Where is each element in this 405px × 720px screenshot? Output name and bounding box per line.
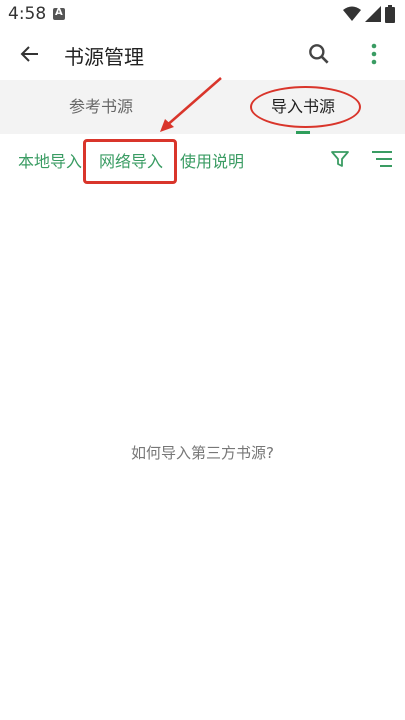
instructions-button[interactable]: 使用说明 xyxy=(180,148,244,172)
filter-icon[interactable] xyxy=(330,149,350,169)
app-bar: 书源管理 xyxy=(0,28,405,80)
action-row: 本地导入 网络导入 使用说明 xyxy=(0,138,405,180)
search-icon[interactable] xyxy=(306,41,332,67)
local-import-button[interactable]: 本地导入 xyxy=(18,148,82,172)
status-time: 4:58 xyxy=(8,4,47,24)
notification-a-icon: A xyxy=(53,7,65,20)
help-link[interactable]: 如何导入第三方书源? xyxy=(0,442,405,463)
annotation-rectangle xyxy=(83,139,177,184)
status-bar: 4:58 A xyxy=(0,0,405,28)
tab-reference-sources[interactable]: 参考书源 xyxy=(0,80,202,134)
wifi-icon xyxy=(343,6,361,21)
system-icons xyxy=(343,5,395,23)
back-arrow-icon[interactable] xyxy=(18,42,42,66)
tab-indicator xyxy=(296,131,310,134)
signal-icon xyxy=(365,6,381,22)
sort-menu-icon[interactable] xyxy=(371,150,393,168)
more-vertical-icon[interactable] xyxy=(364,41,384,67)
page-title: 书源管理 xyxy=(64,45,144,69)
annotation-ellipse xyxy=(250,86,361,128)
battery-icon xyxy=(385,5,395,23)
